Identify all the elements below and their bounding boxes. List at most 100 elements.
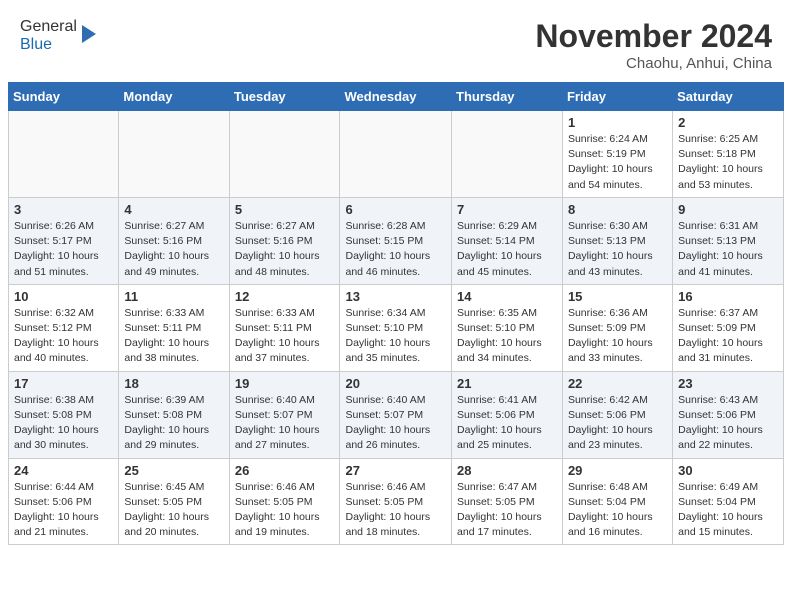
day-info: Sunrise: 6:26 AM Sunset: 5:17 PM Dayligh… xyxy=(14,219,113,280)
calendar-cell: 3 Sunrise: 6:26 AM Sunset: 5:17 PM Daylig… xyxy=(9,197,119,284)
day-info: Sunrise: 6:36 AM Sunset: 5:09 PM Dayligh… xyxy=(568,306,667,367)
calendar-cell: 10 Sunrise: 6:32 AM Sunset: 5:12 PM Dayli… xyxy=(9,284,119,371)
calendar-cell: 25 Sunrise: 6:45 AM Sunset: 5:05 PM Dayli… xyxy=(119,458,229,545)
calendar-cell xyxy=(229,111,340,198)
calendar-cell: 9 Sunrise: 6:31 AM Sunset: 5:13 PM Daylig… xyxy=(673,197,784,284)
calendar-cell: 6 Sunrise: 6:28 AM Sunset: 5:15 PM Daylig… xyxy=(340,197,452,284)
day-number: 10 xyxy=(14,289,113,304)
day-number: 18 xyxy=(124,376,223,391)
day-info: Sunrise: 6:47 AM Sunset: 5:05 PM Dayligh… xyxy=(457,480,557,541)
day-number: 27 xyxy=(345,463,446,478)
day-info: Sunrise: 6:37 AM Sunset: 5:09 PM Dayligh… xyxy=(678,306,778,367)
day-number: 2 xyxy=(678,115,778,130)
weekday-header-thursday: Thursday xyxy=(452,83,563,111)
calendar-cell: 13 Sunrise: 6:34 AM Sunset: 5:10 PM Dayli… xyxy=(340,284,452,371)
calendar-cell: 4 Sunrise: 6:27 AM Sunset: 5:16 PM Daylig… xyxy=(119,197,229,284)
day-info: Sunrise: 6:33 AM Sunset: 5:11 PM Dayligh… xyxy=(235,306,335,367)
day-info: Sunrise: 6:31 AM Sunset: 5:13 PM Dayligh… xyxy=(678,219,778,280)
day-number: 17 xyxy=(14,376,113,391)
day-info: Sunrise: 6:28 AM Sunset: 5:15 PM Dayligh… xyxy=(345,219,446,280)
day-number: 12 xyxy=(235,289,335,304)
day-info: Sunrise: 6:27 AM Sunset: 5:16 PM Dayligh… xyxy=(235,219,335,280)
calendar-cell: 22Sunrise: 6:42 AM Sunset: 5:06 PM Dayli… xyxy=(562,371,672,458)
day-info: Sunrise: 6:35 AM Sunset: 5:10 PM Dayligh… xyxy=(457,306,557,367)
calendar-cell: 15 Sunrise: 6:36 AM Sunset: 5:09 PM Dayli… xyxy=(562,284,672,371)
logo-general: General xyxy=(20,18,77,35)
calendar-cell xyxy=(9,111,119,198)
day-info: Sunrise: 6:30 AM Sunset: 5:13 PM Dayligh… xyxy=(568,219,667,280)
calendar-table: SundayMondayTuesdayWednesdayThursdayFrid… xyxy=(8,82,784,545)
calendar-cell xyxy=(452,111,563,198)
calendar-cell: 18 Sunrise: 6:39 AM Sunset: 5:08 PM Dayli… xyxy=(119,371,229,458)
logo-blue: Blue xyxy=(20,36,52,53)
calendar-body: 1 Sunrise: 6:24 AM Sunset: 5:19 PM Daylig… xyxy=(9,111,784,545)
page-header: General Blue November 2024 Chaohu, Anhui… xyxy=(0,0,792,82)
logo-arrow-icon xyxy=(82,25,96,43)
day-number: 25 xyxy=(124,463,223,478)
day-number: 8 xyxy=(568,202,667,217)
day-number: 26 xyxy=(235,463,335,478)
weekday-header-sunday: Sunday xyxy=(9,83,119,111)
calendar-cell: 30 Sunrise: 6:49 AM Sunset: 5:04 PM Dayli… xyxy=(673,458,784,545)
calendar-week-row: 10 Sunrise: 6:32 AM Sunset: 5:12 PM Dayli… xyxy=(9,284,784,371)
day-info: Sunrise: 6:33 AM Sunset: 5:11 PM Dayligh… xyxy=(124,306,223,367)
day-info: Sunrise: 6:49 AM Sunset: 5:04 PM Dayligh… xyxy=(678,480,778,541)
day-number: 19 xyxy=(235,376,335,391)
day-info: Sunrise: 6:24 AM Sunset: 5:19 PM Dayligh… xyxy=(568,132,667,193)
calendar-cell: 16 Sunrise: 6:37 AM Sunset: 5:09 PM Dayli… xyxy=(673,284,784,371)
day-number: 13 xyxy=(345,289,446,304)
day-number: 28 xyxy=(457,463,557,478)
day-number: 4 xyxy=(124,202,223,217)
day-number: 1 xyxy=(568,115,667,130)
day-info: Sunrise: 6:46 AM Sunset: 5:05 PM Dayligh… xyxy=(235,480,335,541)
calendar-cell: 17 Sunrise: 6:38 AM Sunset: 5:08 PM Dayli… xyxy=(9,371,119,458)
day-number: 30 xyxy=(678,463,778,478)
calendar-cell: 1 Sunrise: 6:24 AM Sunset: 5:19 PM Daylig… xyxy=(562,111,672,198)
day-number: 9 xyxy=(678,202,778,217)
day-number: 7 xyxy=(457,202,557,217)
calendar-cell: 23Sunrise: 6:43 AM Sunset: 5:06 PM Dayli… xyxy=(673,371,784,458)
weekday-header-friday: Friday xyxy=(562,83,672,111)
day-info: Sunrise: 6:38 AM Sunset: 5:08 PM Dayligh… xyxy=(14,393,113,454)
calendar-cell: 5 Sunrise: 6:27 AM Sunset: 5:16 PM Daylig… xyxy=(229,197,340,284)
day-info: Sunrise: 6:44 AM Sunset: 5:06 PM Dayligh… xyxy=(14,480,113,541)
day-number: 5 xyxy=(235,202,335,217)
calendar-cell: 14 Sunrise: 6:35 AM Sunset: 5:10 PM Dayli… xyxy=(452,284,563,371)
calendar-cell: 21Sunrise: 6:41 AM Sunset: 5:06 PM Dayli… xyxy=(452,371,563,458)
calendar-cell: 11Sunrise: 6:33 AM Sunset: 5:11 PM Dayli… xyxy=(119,284,229,371)
logo: General Blue xyxy=(20,18,96,54)
calendar-cell: 28 Sunrise: 6:47 AM Sunset: 5:05 PM Dayli… xyxy=(452,458,563,545)
day-info: Sunrise: 6:27 AM Sunset: 5:16 PM Dayligh… xyxy=(124,219,223,280)
weekday-header-monday: Monday xyxy=(119,83,229,111)
calendar-week-row: 17 Sunrise: 6:38 AM Sunset: 5:08 PM Dayli… xyxy=(9,371,784,458)
day-number: 29 xyxy=(568,463,667,478)
day-number: 20 xyxy=(345,376,446,391)
day-info: Sunrise: 6:46 AM Sunset: 5:05 PM Dayligh… xyxy=(345,480,446,541)
calendar-header: SundayMondayTuesdayWednesdayThursdayFrid… xyxy=(9,83,784,111)
title-block: November 2024 Chaohu, Anhui, China xyxy=(535,18,772,72)
day-number: 6 xyxy=(345,202,446,217)
calendar-week-row: 24 Sunrise: 6:44 AM Sunset: 5:06 PM Dayli… xyxy=(9,458,784,545)
weekday-header-row: SundayMondayTuesdayWednesdayThursdayFrid… xyxy=(9,83,784,111)
day-number: 16 xyxy=(678,289,778,304)
day-info: Sunrise: 6:42 AM Sunset: 5:06 PM Dayligh… xyxy=(568,393,667,454)
calendar-week-row: 1 Sunrise: 6:24 AM Sunset: 5:19 PM Daylig… xyxy=(9,111,784,198)
calendar-cell: 20Sunrise: 6:40 AM Sunset: 5:07 PM Dayli… xyxy=(340,371,452,458)
day-number: 3 xyxy=(14,202,113,217)
day-info: Sunrise: 6:45 AM Sunset: 5:05 PM Dayligh… xyxy=(124,480,223,541)
day-info: Sunrise: 6:34 AM Sunset: 5:10 PM Dayligh… xyxy=(345,306,446,367)
weekday-header-tuesday: Tuesday xyxy=(229,83,340,111)
day-number: 15 xyxy=(568,289,667,304)
day-number: 14 xyxy=(457,289,557,304)
day-info: Sunrise: 6:32 AM Sunset: 5:12 PM Dayligh… xyxy=(14,306,113,367)
calendar-cell xyxy=(340,111,452,198)
day-info: Sunrise: 6:29 AM Sunset: 5:14 PM Dayligh… xyxy=(457,219,557,280)
calendar-cell: 8 Sunrise: 6:30 AM Sunset: 5:13 PM Daylig… xyxy=(562,197,672,284)
calendar-cell xyxy=(119,111,229,198)
calendar-cell: 12 Sunrise: 6:33 AM Sunset: 5:11 PM Dayli… xyxy=(229,284,340,371)
calendar-cell: 27 Sunrise: 6:46 AM Sunset: 5:05 PM Dayli… xyxy=(340,458,452,545)
day-info: Sunrise: 6:40 AM Sunset: 5:07 PM Dayligh… xyxy=(235,393,335,454)
day-info: Sunrise: 6:39 AM Sunset: 5:08 PM Dayligh… xyxy=(124,393,223,454)
day-number: 24 xyxy=(14,463,113,478)
calendar-cell: 2Sunrise: 6:25 AM Sunset: 5:18 PM Daylig… xyxy=(673,111,784,198)
